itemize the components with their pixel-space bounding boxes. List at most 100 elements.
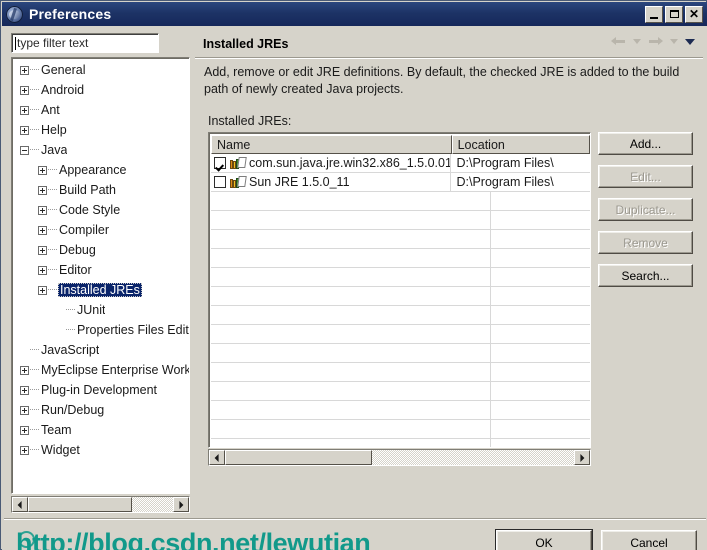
scroll-right-icon[interactable] [173, 497, 189, 512]
sidebar-item-appearance[interactable]: Appearance [14, 160, 189, 180]
table-horizontal-scrollbar[interactable] [208, 449, 591, 466]
sidebar-item-label: Editor [59, 263, 92, 277]
table-scroll-left-icon[interactable] [209, 450, 225, 465]
table-row[interactable]: com.sun.java.jre.win32.x86_1.5.0.011 D:\P… [211, 154, 590, 173]
tree-horizontal-scrollbar[interactable] [11, 496, 190, 513]
sidebar-item-widget[interactable]: Widget [14, 440, 189, 460]
tree-connector [30, 69, 39, 71]
sidebar-item-label: Debug [59, 243, 96, 257]
table-scroll-thumb[interactable] [225, 450, 372, 465]
sidebar-item-installed-jres[interactable]: Installed JREs [14, 280, 189, 300]
add-button[interactable]: Add... [598, 132, 693, 155]
duplicate-button: Duplicate... [598, 198, 693, 221]
sidebar-item-plug-in-development[interactable]: Plug-in Development [14, 380, 189, 400]
sidebar-item-android[interactable]: Android [14, 80, 189, 100]
collapse-minus-icon[interactable] [20, 145, 29, 155]
sidebar-item-junit[interactable]: JUnit [14, 300, 189, 320]
ok-button[interactable]: OK [495, 529, 593, 550]
minimize-button[interactable] [645, 5, 663, 23]
footer-divider [4, 518, 706, 520]
table-empty-row [211, 306, 590, 325]
jre-checkbox[interactable] [214, 157, 226, 169]
sidebar-item-run-debug[interactable]: Run/Debug [14, 400, 189, 420]
sidebar-item-compiler[interactable]: Compiler [14, 220, 189, 240]
expand-plus-icon[interactable] [38, 225, 47, 235]
table-empty-row [211, 382, 590, 401]
expand-plus-icon[interactable] [20, 365, 29, 375]
sidebar-item-label: Compiler [59, 223, 110, 237]
sidebar-item-myeclipse-enterprise-work[interactable]: MyEclipse Enterprise Work [14, 360, 189, 380]
expand-plus-icon[interactable] [38, 165, 47, 175]
back-history-chevron-down-icon[interactable] [633, 39, 641, 44]
forward-history-chevron-down-icon[interactable] [670, 39, 678, 44]
expand-plus-icon[interactable] [20, 105, 29, 115]
table-scroll-right-icon[interactable] [574, 450, 590, 465]
table-empty-row [211, 325, 590, 344]
forward-arrow-icon[interactable] [648, 36, 663, 47]
jre-name: com.sun.java.jre.win32.x86_1.5.0.011 [249, 156, 452, 170]
sidebar-item-javascript[interactable]: JavaScript [14, 340, 189, 360]
expand-plus-icon[interactable] [38, 205, 47, 215]
expand-plus-icon[interactable] [20, 445, 29, 455]
expand-plus-icon[interactable] [20, 425, 29, 435]
sidebar-item-code-style[interactable]: Code Style [14, 200, 189, 220]
dialog-client-area: type filter text General Android Ant Help Ja… [2, 26, 707, 550]
preferences-tree[interactable]: General Android Ant Help Java Appearance Build… [11, 57, 190, 494]
table-scroll-track[interactable] [225, 450, 574, 465]
tree-connector [48, 189, 57, 191]
tree-connector [48, 249, 57, 251]
tree-scroll-thumb[interactable] [28, 497, 133, 512]
window-titlebar: Preferences ✕ [2, 2, 707, 26]
expand-plus-icon[interactable] [20, 85, 29, 95]
expand-plus-icon[interactable] [38, 265, 47, 275]
content-pane: Installed JREs Add, remove or edit JRE d… [195, 28, 703, 515]
view-menu-chevron-down-icon[interactable] [685, 38, 695, 45]
tree-connector [30, 429, 39, 431]
cancel-button[interactable]: Cancel [601, 530, 697, 550]
sidebar-item-label: Java [41, 143, 68, 157]
search-button[interactable]: Search... [598, 264, 693, 287]
expand-plus-icon[interactable] [38, 245, 47, 255]
jre-table[interactable]: Name Location com.sun.java.jre.win32.x86… [208, 132, 591, 448]
expand-plus-icon[interactable] [20, 125, 29, 135]
nav-toolbar [611, 36, 695, 47]
sidebar-item-general[interactable]: General [14, 60, 189, 80]
tree-connector [30, 449, 39, 451]
filter-placeholder: type filter text [17, 36, 89, 50]
table-empty-row [211, 439, 590, 447]
expand-plus-icon[interactable] [20, 65, 29, 75]
sidebar-item-label: Run/Debug [41, 403, 105, 417]
close-icon[interactable]: ✕ [685, 5, 703, 23]
tree-scroll-track[interactable] [28, 497, 173, 512]
expand-plus-icon[interactable] [38, 285, 47, 295]
tree-connector [48, 289, 57, 291]
column-header-location[interactable]: Location [451, 135, 590, 154]
cell-name: Sun JRE 1.5.0_11 [211, 173, 452, 191]
scroll-left-icon[interactable] [12, 497, 28, 512]
expand-plus-icon[interactable] [38, 185, 47, 195]
table-empty-row [211, 249, 590, 268]
sidebar-item-debug[interactable]: Debug [14, 240, 189, 260]
jre-checkbox[interactable] [214, 176, 226, 188]
watermark-text: http://blog.csdn.net/lewutian [16, 528, 371, 550]
expand-plus-icon[interactable] [20, 385, 29, 395]
sidebar-item-help[interactable]: Help [14, 120, 189, 140]
table-label: Installed JREs: [208, 114, 292, 128]
column-header-name[interactable]: Name [211, 135, 452, 154]
edit-button: Edit... [598, 165, 693, 188]
content-header: Installed JREs [195, 32, 703, 56]
tree-connector [30, 409, 39, 411]
sidebar-item-ant[interactable]: Ant [14, 100, 189, 120]
sidebar-item-java[interactable]: Java [14, 140, 189, 160]
sidebar-item-properties-files-editor[interactable]: Properties Files Editor [14, 320, 189, 340]
expand-plus-icon[interactable] [20, 405, 29, 415]
sidebar-item-team[interactable]: Team [14, 420, 189, 440]
back-arrow-icon[interactable] [611, 36, 626, 47]
tree-connector [30, 349, 39, 351]
sidebar-item-editor[interactable]: Editor [14, 260, 189, 280]
filter-input[interactable]: type filter text [11, 33, 159, 53]
maximize-button[interactable] [665, 5, 683, 23]
table-row[interactable]: Sun JRE 1.5.0_11 D:\Program Files\ [211, 173, 590, 192]
sidebar-item-build-path[interactable]: Build Path [14, 180, 189, 200]
tree-connector [30, 369, 39, 371]
